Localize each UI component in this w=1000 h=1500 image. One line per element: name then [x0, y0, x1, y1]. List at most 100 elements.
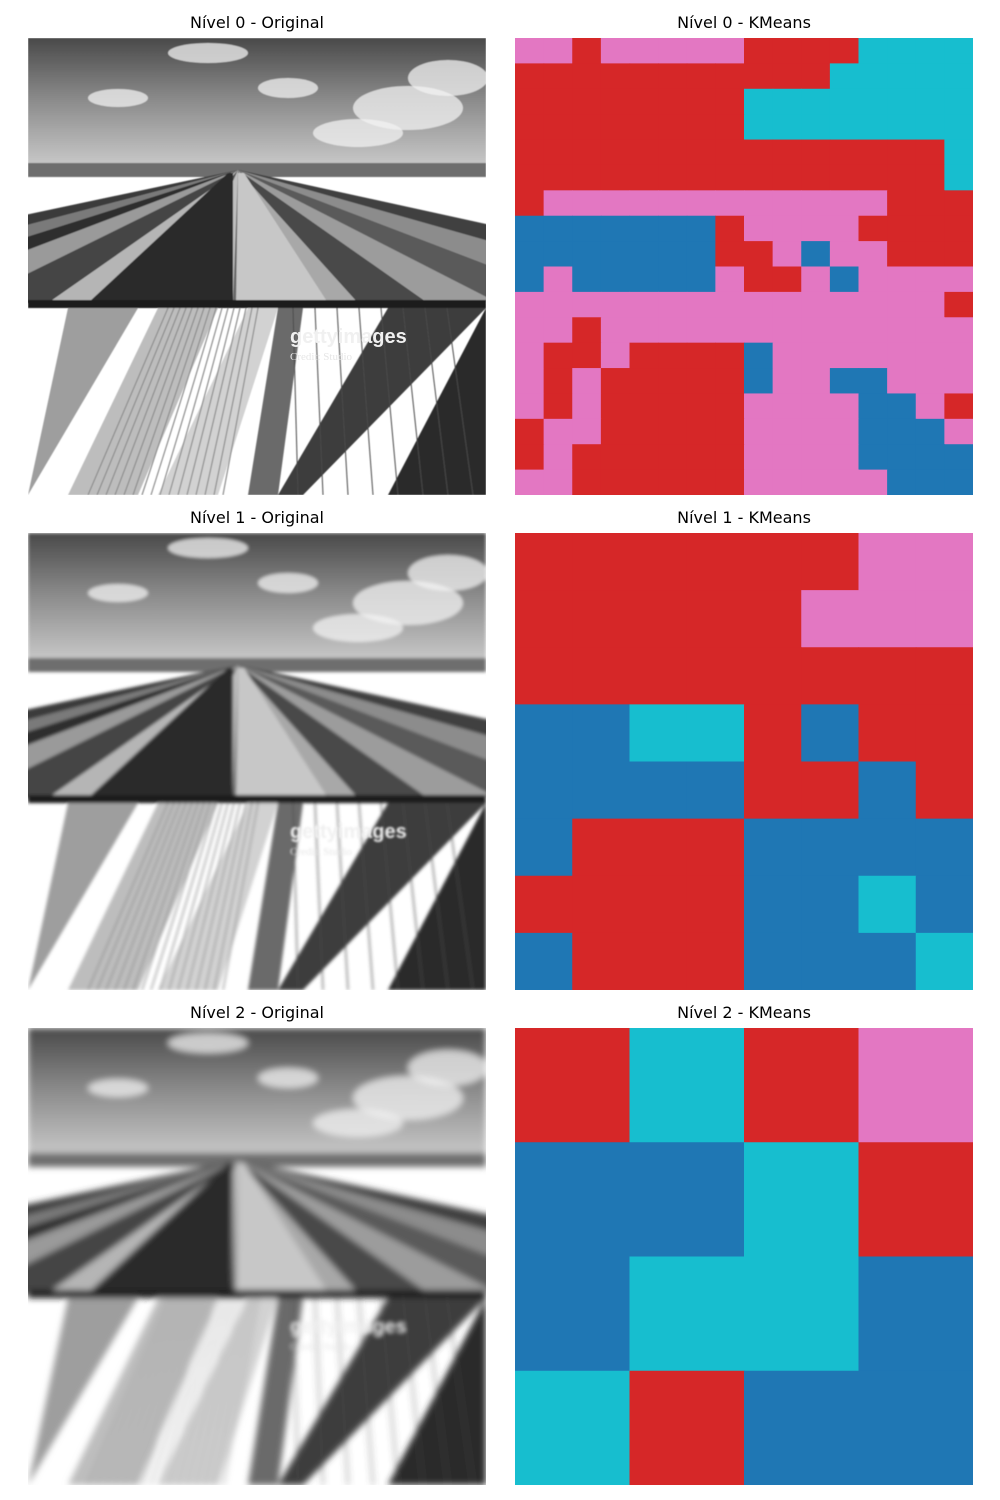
cluster-cell: [858, 190, 888, 217]
watermark-credit: Credit: Studio: [290, 846, 353, 858]
cluster-cell: [915, 393, 945, 420]
cluster-cell: [858, 875, 917, 934]
cluster-cell: [858, 342, 888, 369]
cluster-cell: [858, 418, 888, 445]
cluster-cell: [744, 469, 774, 495]
cluster-cell: [515, 38, 545, 64]
cluster-cell: [944, 469, 973, 495]
cluster-cell: [686, 444, 716, 471]
cluster-cell: [515, 418, 545, 445]
cluster-cell: [572, 164, 602, 191]
cluster-cell: [772, 342, 802, 369]
cluster-cell: [858, 1028, 973, 1143]
cluster-cell: [515, 317, 545, 344]
cluster-cell: [515, 444, 545, 471]
cluster-cell: [829, 266, 860, 293]
cluster-cell: [543, 368, 573, 395]
cluster-cell: [744, 1370, 860, 1485]
cluster-cell: [772, 418, 802, 445]
cluster-cell: [829, 469, 860, 495]
cluster-cell: [858, 114, 888, 141]
cluster-cell: [572, 139, 602, 166]
panel-title-level1-original: Nível 1 - Original: [190, 508, 324, 527]
cluster-cell: [686, 190, 716, 217]
cluster-cell: [629, 469, 659, 495]
cluster-cell: [744, 590, 802, 648]
cluster-cell: [772, 266, 802, 293]
cluster-cell: [629, 818, 688, 877]
cluster-cell: [515, 932, 573, 990]
cluster-cell: [572, 818, 631, 877]
cluster-cell: [515, 63, 545, 90]
cluster-cell: [801, 317, 831, 344]
cloud: [168, 1033, 248, 1053]
cluster-cell: [572, 875, 631, 934]
cloud: [313, 1109, 403, 1137]
cluster-cell: [801, 38, 831, 64]
kmeans-map-level0: [515, 38, 973, 495]
cluster-cell: [772, 215, 802, 242]
cluster-cell: [572, 647, 631, 705]
cluster-cell: [629, 342, 659, 369]
cluster-cell: [515, 704, 573, 763]
cluster-cell: [801, 444, 831, 471]
cluster-cell: [829, 241, 860, 268]
cluster-cell: [515, 1028, 631, 1143]
field-boundary: [28, 795, 486, 803]
cluster-cell: [572, 342, 602, 369]
cluster-cell: [858, 1142, 973, 1258]
cluster-cell: [744, 241, 774, 268]
cluster-cell: [686, 393, 716, 420]
cluster-cell: [915, 139, 945, 166]
cluster-cell: [515, 342, 545, 369]
cloud: [258, 573, 318, 593]
cluster-cell: [515, 164, 545, 191]
cluster-cell: [801, 342, 831, 369]
cluster-cell: [658, 469, 688, 495]
cluster-cell: [915, 932, 973, 990]
cluster-cell: [600, 215, 631, 242]
cluster-cell: [543, 291, 573, 318]
cluster-cell: [543, 63, 573, 90]
cluster-cell: [600, 266, 631, 293]
cluster-cell: [744, 418, 774, 445]
cluster-cell: [772, 368, 802, 395]
cluster-cell: [572, 393, 602, 420]
cluster-cell: [600, 368, 631, 395]
cluster-cell: [600, 342, 631, 369]
cluster-cell: [572, 533, 631, 591]
cluster-cell: [543, 469, 573, 495]
cluster-cell: [629, 215, 659, 242]
cluster-cell: [829, 38, 860, 64]
cluster-cell: [543, 215, 573, 242]
cluster-cell: [887, 393, 917, 420]
cluster-cell: [686, 266, 716, 293]
cluster-cell: [629, 1370, 745, 1485]
cluster-cell: [686, 469, 716, 495]
photo-level1-original: gettyimages Credit: Studio: [28, 533, 486, 990]
cluster-cell: [829, 393, 860, 420]
cluster-cell: [801, 818, 860, 877]
cluster-cell: [915, 241, 945, 268]
cluster-cell: [915, 469, 945, 495]
cluster-cell: [744, 266, 774, 293]
cluster-cell: [915, 533, 973, 591]
cluster-cell: [858, 393, 888, 420]
cluster-cell: [515, 761, 573, 820]
cluster-cell: [543, 393, 573, 420]
cluster-cell: [944, 164, 973, 191]
cluster-cell: [772, 63, 802, 90]
cluster-cell: [829, 317, 860, 344]
cluster-cell: [829, 114, 860, 141]
cluster-cell: [944, 393, 973, 420]
cloud: [408, 1050, 486, 1086]
cluster-cell: [744, 761, 802, 820]
cluster-cell: [744, 875, 802, 934]
cluster-cell: [686, 291, 716, 318]
cluster-cell: [829, 215, 860, 242]
cluster-cell: [772, 164, 802, 191]
cluster-cell: [944, 139, 973, 166]
cluster-cell: [915, 418, 945, 445]
cluster-cell: [858, 291, 888, 318]
cluster-cell: [686, 368, 716, 395]
